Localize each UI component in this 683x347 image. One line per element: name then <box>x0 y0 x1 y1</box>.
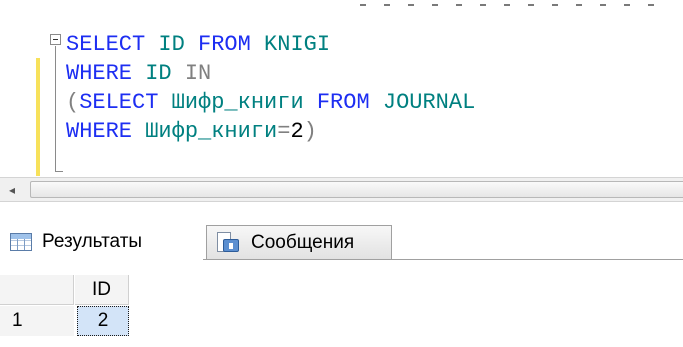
code-token: WHERE <box>66 119 146 144</box>
code-line[interactable]: (SELECT Шифр_книги FROM JOURNAL <box>66 88 475 117</box>
outline-end-tick <box>55 171 63 172</box>
horizontal-scrollbar[interactable]: ◂ <box>0 177 683 202</box>
tab-messages-label: Сообщения <box>251 231 355 253</box>
sql-code[interactable]: SELECT ID FROM KNIGI WHERE ID IN (SELECT Ш… <box>66 30 475 146</box>
dashed-divider <box>360 4 660 6</box>
code-line[interactable]: WHERE Шифр_книги=2) <box>66 117 475 146</box>
code-token: Шифр_книги <box>171 90 317 115</box>
selected-cell[interactable]: 2 <box>77 306 129 336</box>
code-token: 2 <box>290 119 304 144</box>
code-line[interactable]: SELECT ID FROM KNIGI <box>66 30 475 59</box>
messages-icon <box>215 231 241 254</box>
code-token: JOURNAL <box>382 90 476 115</box>
code-token: ID <box>145 61 185 86</box>
code-token: ) <box>303 119 317 144</box>
tab-messages[interactable]: Сообщения <box>206 225 392 259</box>
grid-corner-cell[interactable] <box>0 275 74 305</box>
code-token: FROM <box>198 32 265 57</box>
change-indicator-bar <box>36 58 40 176</box>
code-token: = <box>277 119 291 144</box>
sql-editor[interactable]: SELECT ID FROM KNIGI WHERE ID IN (SELECT Ш… <box>0 10 683 176</box>
grid-icon <box>10 233 32 251</box>
column-header-id[interactable]: ID <box>75 275 129 305</box>
collapse-minus-icon[interactable] <box>50 34 61 45</box>
code-token: ID <box>158 32 199 57</box>
table-row[interactable]: 1 2 <box>0 306 683 336</box>
row-number[interactable]: 1 <box>0 306 74 336</box>
code-token: SELECT <box>66 32 159 57</box>
code-token: FROM <box>316 90 383 115</box>
tab-results[interactable]: Результаты <box>0 225 203 259</box>
results-grid[interactable]: ID 1 2 <box>0 262 683 347</box>
grid-header-row: ID <box>0 275 683 305</box>
editor-top-edge <box>0 0 683 10</box>
scrollbar-thumb[interactable] <box>30 181 683 198</box>
code-token: IN <box>184 61 212 86</box>
code-token: WHERE <box>66 61 146 86</box>
outline-line <box>55 46 56 172</box>
code-token: Шифр_книги <box>145 119 278 144</box>
code-token: KNIGI <box>264 32 331 57</box>
chevron-left-icon[interactable]: ◂ <box>0 178 24 201</box>
results-tabs: Результаты Сообщения <box>0 202 683 262</box>
tab-results-label: Результаты <box>42 231 143 252</box>
code-token: SELECT <box>79 90 172 115</box>
code-line[interactable]: WHERE ID IN <box>66 59 475 88</box>
code-token: ( <box>66 90 80 115</box>
